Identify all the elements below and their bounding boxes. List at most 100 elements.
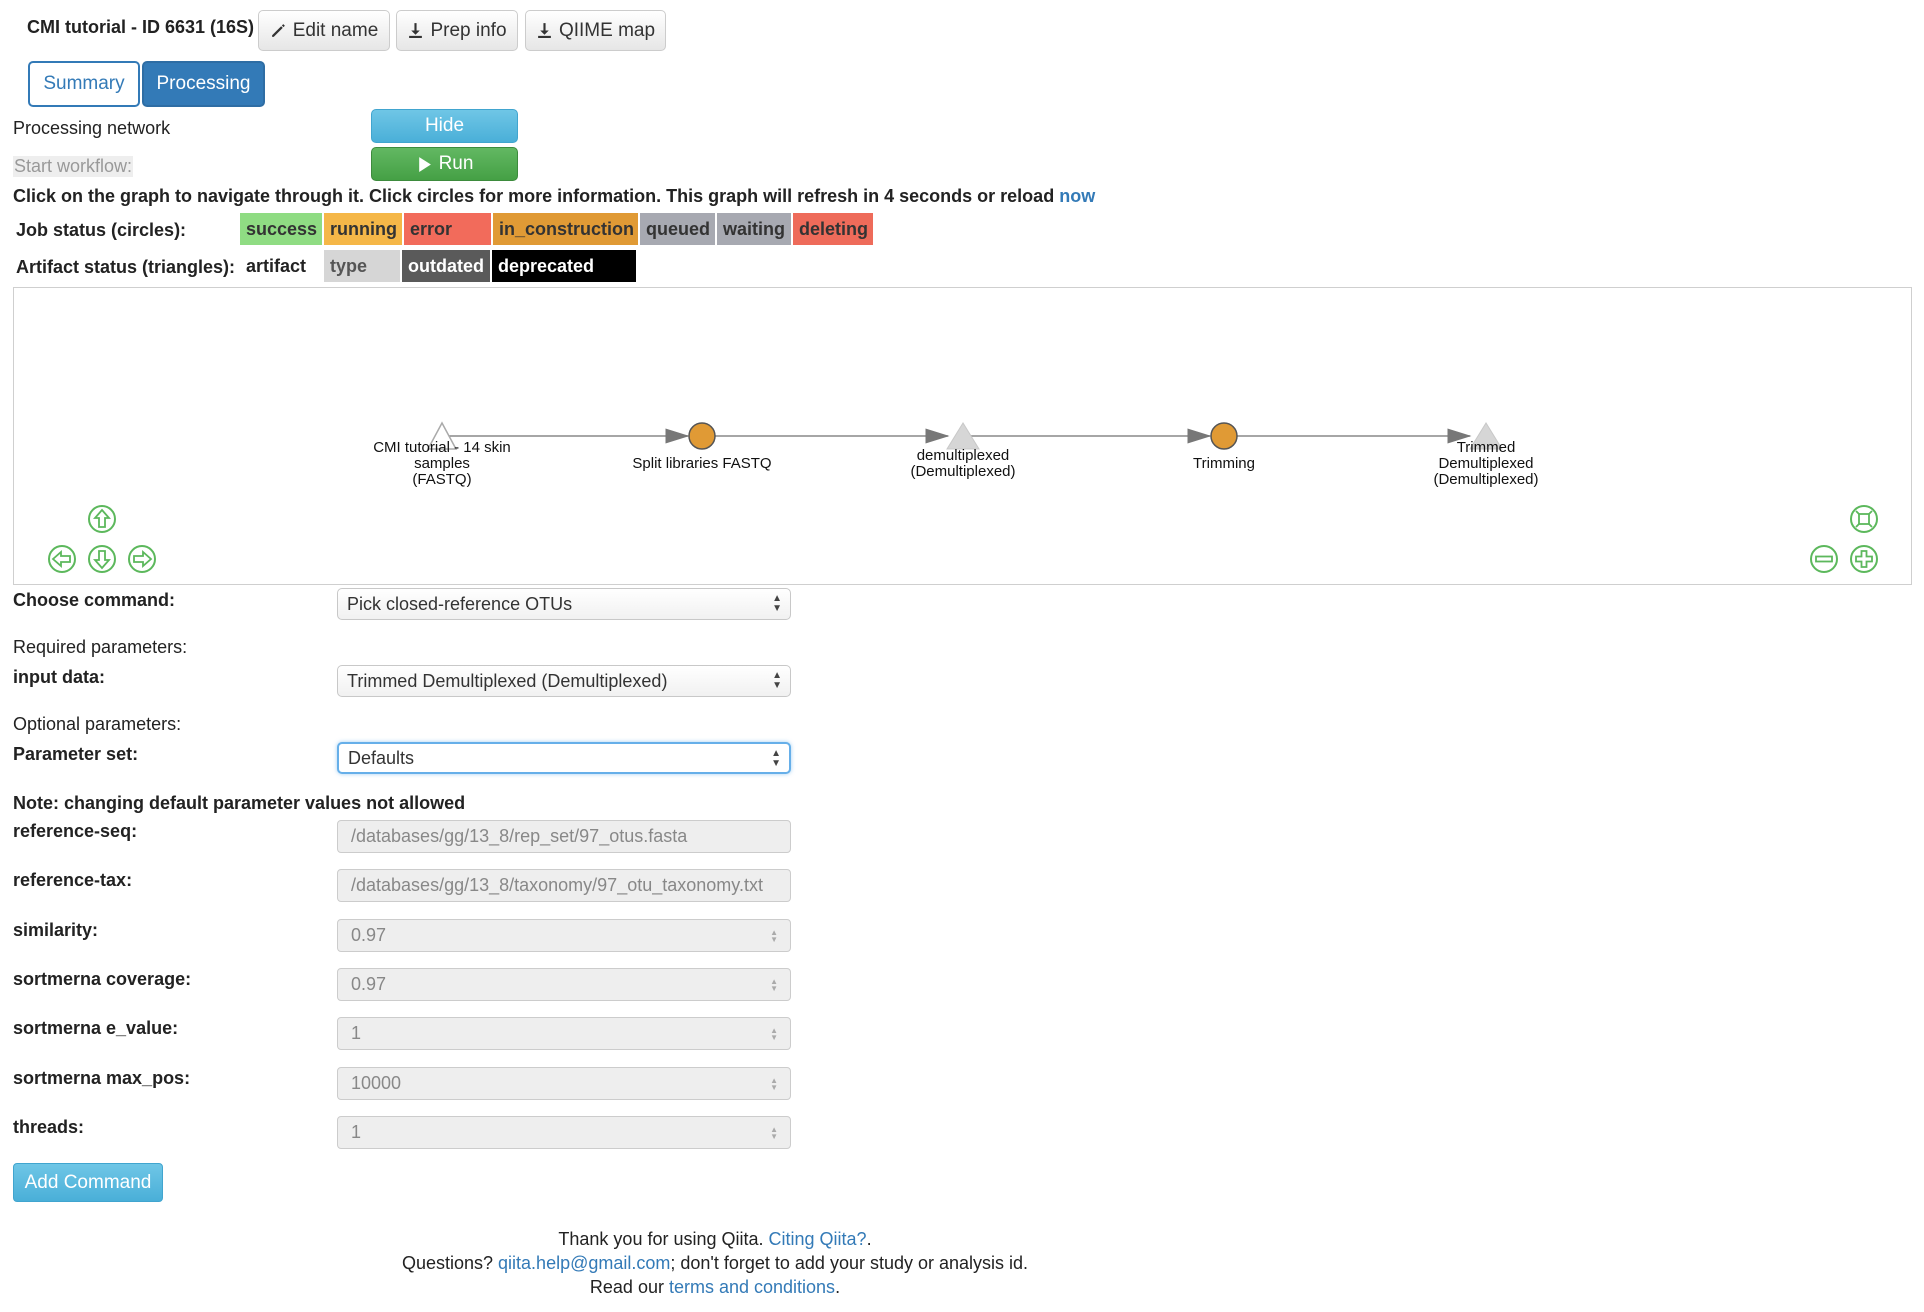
run-button[interactable]: Run [371,147,518,181]
terms-link[interactable]: terms and conditions [669,1277,835,1297]
node-label: demultiplexed (Demultiplexed) [863,448,1063,480]
citing-qiita-link[interactable]: Citing Qiita? [769,1229,867,1249]
job-circle[interactable] [1210,422,1238,450]
graph-instructions: Click on the graph to navigate through i… [13,186,1095,207]
tab-processing[interactable]: Processing [142,61,265,107]
param-input[interactable]: 0.97 ▲ ▼ [337,968,791,1001]
pan-up-icon[interactable] [87,504,117,534]
footer-text: Thank you for using Qiita. [558,1229,769,1249]
command-select-value: Pick closed-reference OTUs [347,593,573,614]
zoom-in-icon[interactable] [1849,544,1879,574]
footer-line-1: Thank you for using Qiita. Citing Qiita?… [0,1229,1430,1250]
node-label-line: (Demultiplexed) [910,463,1016,480]
param-label: sortmerna e_value: [13,1018,179,1038]
tab-summary[interactable]: Summary [28,61,140,107]
footer-text: . [835,1277,841,1297]
node-label: Trimming [1193,455,1255,472]
artifact-status-0: artifact [240,250,322,282]
prep-info-button[interactable]: Prep info [396,10,518,51]
spinner-icon: ▲ ▼ [770,1125,778,1141]
spinner-icon: ▲ ▼ [770,1076,778,1092]
param-input-value: 10000 [351,1073,402,1093]
node-label: CMI tutorial - 14 skin samples (FASTQ) [342,440,542,488]
play-icon [418,156,431,172]
graph-canvas [426,421,1503,450]
job-status-0: success [240,213,322,245]
job-status-4: queued [640,213,715,245]
param-label: sortmerna coverage: [13,969,192,989]
param-input[interactable]: 1 ▲ ▼ [337,1017,791,1050]
job-status-6: deleting [793,213,873,245]
parameter-set-select[interactable]: Defaults ▲ ▼ [337,742,791,774]
required-parameters-label: Required parameters: [13,637,188,657]
select-arrows-icon: ▲ ▼ [772,593,782,614]
param-input[interactable]: 1 ▲ ▼ [337,1116,791,1149]
default-values-note: Note: changing default parameter values … [13,793,466,813]
pan-down-icon[interactable] [87,544,117,574]
edit-name-label: Edit name [292,19,379,41]
optional-parameters-label: Optional parameters: [13,714,182,734]
select-arrows-icon: ▲ ▼ [771,748,781,769]
artifact-status-3: deprecated [492,250,636,282]
hide-button[interactable]: Hide [371,109,518,143]
input-data-select[interactable]: Trimmed Demultiplexed (Demultiplexed) ▲ ▼ [337,665,791,697]
param-input[interactable]: /databases/gg/13_8/rep_set/97_otus.fasta [337,820,791,853]
node-label-line: Demultiplexed [1438,455,1534,472]
run-label: Run [438,153,474,174]
footer-text: Questions? [401,1253,499,1273]
node-label-line: samples [414,455,470,472]
node-label-line: (FASTQ) [412,471,472,488]
param-input-value: /databases/gg/13_8/taxonomy/97_otu_taxon… [351,875,763,895]
select-arrows-icon: ▲ ▼ [772,670,782,691]
param-input[interactable]: /databases/gg/13_8/taxonomy/97_otu_taxon… [337,869,791,902]
processing-graph[interactable]: CMI tutorial - 14 skin samples (FASTQ) S… [13,287,1912,585]
command-select[interactable]: Pick closed-reference OTUs ▲ ▼ [337,588,791,620]
job-status-3: in_construction [493,213,638,245]
job-status-label: Job status (circles): [16,220,187,240]
param-label: sortmerna max_pos: [13,1068,191,1088]
pencil-icon [271,24,285,37]
param-label: threads: [13,1117,85,1137]
reload-now-link[interactable]: now [1059,186,1095,206]
param-input-value: 1 [351,1023,362,1043]
node-label-line: Trimmed [1456,439,1516,456]
job-circle[interactable] [688,422,716,450]
parameter-set-select-value: Defaults [348,747,415,768]
download-icon [409,23,423,38]
choose-command-label: Choose command: [13,590,176,610]
artifact-status-label: Artifact status (triangles): [16,257,236,277]
param-input-value: /databases/gg/13_8/rep_set/97_otus.fasta [351,826,688,846]
param-input-value: 0.97 [351,925,387,945]
job-status-5: waiting [717,213,791,245]
fit-view-icon[interactable] [1849,504,1879,534]
prep-info-label: Prep info [430,19,507,41]
spinner-icon: ▲ ▼ [770,928,778,944]
footer-text: ; don't forget to add your study or anal… [670,1253,1029,1273]
param-input[interactable]: 0.97 ▲ ▼ [337,919,791,952]
help-email-link[interactable]: qiita.help@gmail.com [498,1253,670,1273]
graph-instructions-text: Click on the graph to navigate through i… [13,186,1060,206]
download-icon [538,23,551,38]
pan-left-icon[interactable] [47,544,77,574]
node-label: Trimmed Demultiplexed (Demultiplexed) [1386,440,1586,488]
footer-line-3: Read our terms and conditions. [0,1277,1430,1298]
param-input-value: 0.97 [351,974,387,994]
processing-network-label: Processing network [13,118,171,138]
edit-name-button[interactable]: Edit name [258,10,390,51]
qiime-map-button[interactable]: QIIME map [525,10,666,51]
add-command-button[interactable]: Add Command [13,1163,163,1202]
footer-text: Read our [589,1277,669,1297]
job-status-1: running [324,213,402,245]
job-status-2: error [404,213,491,245]
param-input[interactable]: 10000 ▲ ▼ [337,1067,791,1100]
qiime-map-label: QIIME map [558,19,656,41]
param-label: similarity: [13,920,99,940]
input-data-label: input data: [13,667,105,687]
node-label: Split libraries FASTQ [632,455,772,472]
node-label-line: CMI tutorial - 14 skin [373,439,511,456]
zoom-out-icon[interactable] [1809,544,1839,574]
page-title: CMI tutorial - ID 6631 (16S) [27,17,255,37]
param-label: reference-seq: [13,821,138,841]
spinner-icon: ▲ ▼ [770,1026,778,1042]
pan-right-icon[interactable] [127,544,157,574]
